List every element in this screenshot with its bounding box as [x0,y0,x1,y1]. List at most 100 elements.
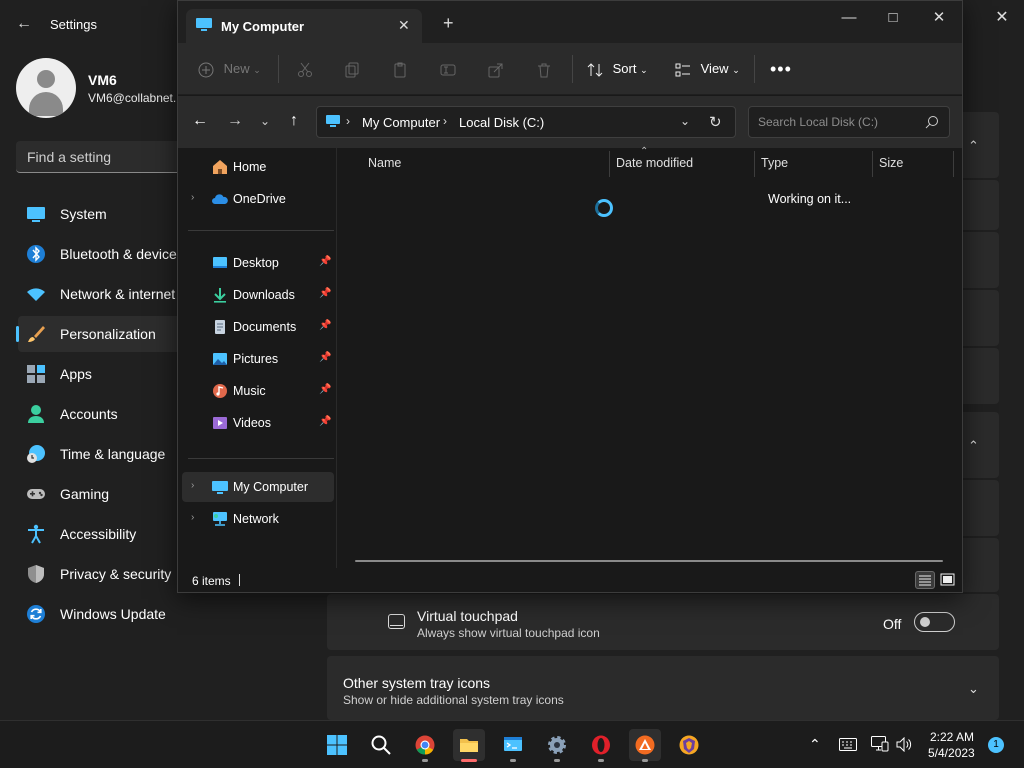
chevron-down-icon[interactable]: ⌄ [968,681,979,697]
close-tab-icon[interactable]: ✕ [398,17,410,34]
start-button[interactable] [321,729,353,761]
sidebar-item-personalization[interactable]: Personalization [16,316,188,352]
rename-button[interactable] [440,57,456,81]
recent-locations-chevron-icon[interactable]: ⌄ [255,111,275,131]
copy-button[interactable] [344,57,360,81]
computer-icon [212,481,228,494]
close-window-icon[interactable]: ✕ [930,9,948,27]
large-icons-view-button[interactable] [938,571,958,589]
paste-button[interactable] [392,57,408,81]
nav-item-desktop[interactable]: Desktop 📌 [182,248,334,278]
taskbar-orange-app[interactable] [629,729,661,762]
column-header-date-modified[interactable]: Date modified [616,156,693,170]
close-icon[interactable]: ✕ [990,6,1014,30]
column-header-type[interactable]: Type [761,156,788,170]
forward-arrow-icon[interactable]: → [225,111,245,131]
pin-icon[interactable]: 📌 [319,416,331,427]
tab-my-computer[interactable]: My Computer ✕ [186,9,422,43]
back-arrow-icon[interactable]: ← [190,111,210,131]
minimize-icon[interactable]: — [840,9,858,27]
sidebar-item-bluetooth[interactable]: Bluetooth & devices [18,236,188,272]
expand-chevron-icon[interactable]: › [191,192,194,203]
delete-button[interactable] [536,57,552,81]
nav-item-music[interactable]: Music 📌 [182,376,334,406]
running-indicator [554,759,560,762]
sidebar-item-privacy[interactable]: Privacy & security [18,556,188,592]
column-divider[interactable] [754,151,755,177]
sidebar-item-time-language[interactable]: Time & language [18,436,188,472]
avatar[interactable] [16,58,76,118]
new-tab-button[interactable]: + [443,14,454,32]
settings-title: Settings [50,17,97,32]
pin-icon[interactable]: 📌 [319,256,331,267]
virtual-touchpad-toggle[interactable] [914,612,955,632]
nav-item-network[interactable]: › Network [182,504,334,534]
sidebar-item-accessibility[interactable]: Accessibility [18,516,188,552]
pin-icon[interactable]: 📌 [319,352,331,363]
show-hidden-icons-chevron-icon[interactable]: ⌃ [809,736,821,753]
notification-badge[interactable]: 1 [988,737,1004,753]
pin-icon[interactable]: 📌 [319,320,331,331]
sort-button[interactable]: Sort ⌄ [587,57,648,81]
nav-item-documents[interactable]: Documents 📌 [182,312,334,342]
new-button[interactable]: New ⌄ [198,57,261,81]
gamepad-icon [27,489,45,499]
taskbar-terminal[interactable] [497,729,529,762]
view-button[interactable]: View ⌄ [675,57,740,81]
sidebar-item-label: System [60,206,107,222]
address-history-chevron-icon[interactable]: ⌄ [680,114,690,128]
nav-item-my-computer[interactable]: › My Computer [182,472,334,502]
up-arrow-icon[interactable]: ↑ [284,111,304,131]
column-divider[interactable] [953,151,954,177]
taskbar-search-button[interactable] [365,729,397,761]
nav-item-home[interactable]: Home [182,152,334,182]
column-divider[interactable] [872,151,873,177]
sidebar-item-gaming[interactable]: Gaming [18,476,188,512]
nav-item-onedrive[interactable]: › OneDrive [182,184,334,214]
nav-item-pictures[interactable]: Pictures 📌 [182,344,334,374]
chevron-up-icon[interactable]: ⌃ [968,138,979,154]
search-input[interactable]: Search Local Disk (C:) [748,106,950,138]
cut-button[interactable] [297,57,313,81]
address-bar[interactable]: › My Computer › Local Disk (C:) ⌄ ↻ [316,106,736,138]
taskbar-settings[interactable] [541,729,573,762]
user-name: VM6 [88,72,117,88]
nav-item-videos[interactable]: Videos 📌 [182,408,334,438]
more-options-icon[interactable]: ••• [770,57,792,81]
pin-icon[interactable]: 📌 [319,288,331,299]
pin-icon[interactable]: 📌 [319,384,331,395]
keyboard-icon[interactable] [839,738,857,751]
taskbar-brave[interactable] [673,729,705,761]
share-button[interactable] [488,57,504,81]
taskbar-file-explorer[interactable] [453,729,485,762]
chevron-up-icon[interactable]: ⌃ [968,438,979,454]
sidebar-item-system[interactable]: System [18,196,188,232]
horizontal-scrollbar[interactable] [355,560,943,562]
breadcrumb-my-computer[interactable]: My Computer [362,115,440,130]
clock-time[interactable]: 2:22 AM [930,730,974,744]
details-view-button[interactable] [915,571,935,589]
expand-chevron-icon[interactable]: › [191,480,194,491]
expand-chevron-icon[interactable]: › [191,512,194,523]
tab-label: My Computer [221,19,305,34]
network-monitor-icon[interactable] [871,736,889,752]
volume-icon[interactable] [896,737,912,752]
clock-date[interactable]: 5/4/2023 [928,746,975,760]
nav-item-downloads[interactable]: Downloads 📌 [182,280,334,310]
maximize-icon[interactable]: □ [884,9,902,27]
sidebar-item-apps[interactable]: Apps [18,356,188,392]
taskbar-opera[interactable] [585,729,617,762]
sidebar-item-network[interactable]: Network & internet [18,276,188,312]
find-setting-input[interactable]: Find a setting [16,141,191,173]
back-arrow-icon[interactable]: ← [14,14,34,34]
column-header-name[interactable]: Name [368,156,401,170]
sidebar-item-accounts[interactable]: Accounts [18,396,188,432]
breadcrumb-local-disk[interactable]: Local Disk (C:) [459,115,544,130]
column-divider[interactable] [609,151,610,177]
refresh-icon[interactable]: ↻ [709,113,722,131]
column-header-size[interactable]: Size [879,156,903,170]
taskbar-chrome[interactable] [409,729,441,762]
toolbar-divider [572,55,573,83]
sidebar-item-windows-update[interactable]: Windows Update [18,596,188,632]
virtual-touchpad-title: Virtual touchpad [417,608,518,624]
